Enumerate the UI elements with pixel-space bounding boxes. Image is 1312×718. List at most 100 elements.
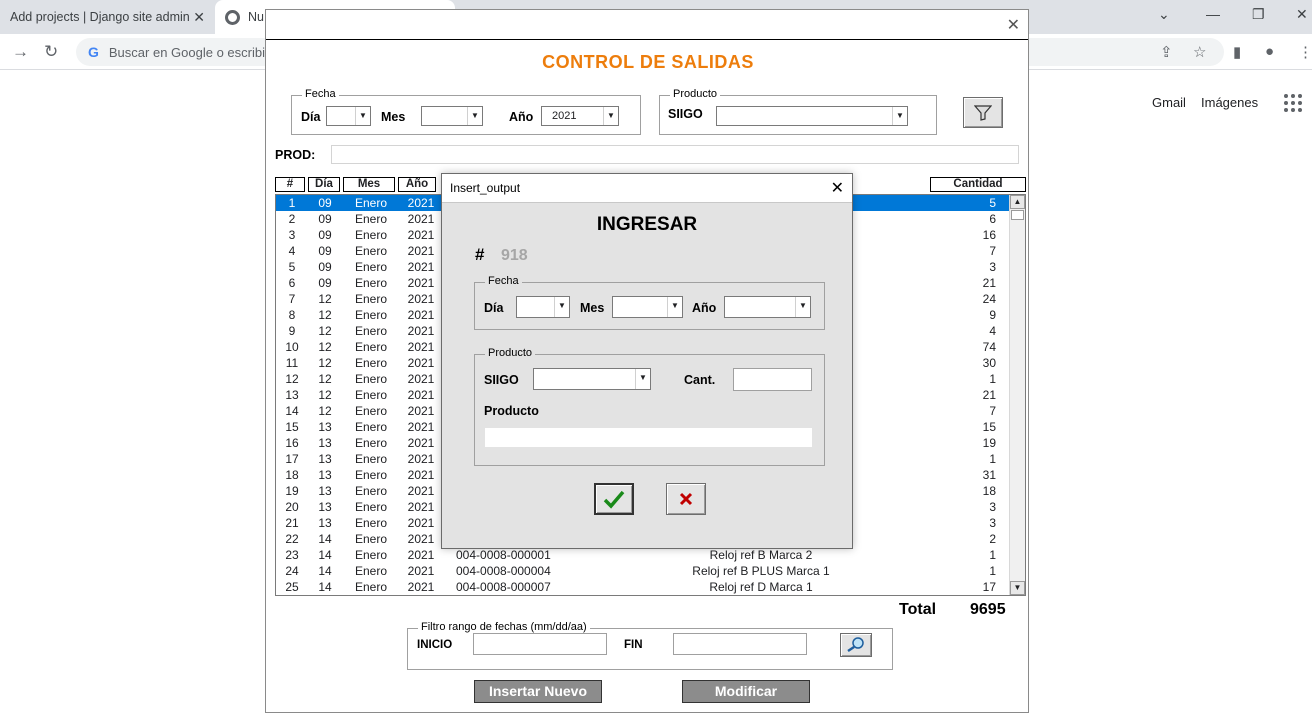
record-id: 918 bbox=[501, 247, 528, 264]
apps-grid-icon[interactable] bbox=[1284, 94, 1302, 112]
siigo-dropdown[interactable]: ▼ bbox=[716, 106, 908, 126]
cell-n: 12 bbox=[285, 372, 299, 386]
cell-y: 2021 bbox=[407, 452, 435, 466]
list-row[interactable]: 23 14 Enero 2021 004-0008-000001 Reloj ref B … bbox=[276, 547, 1009, 563]
dialog-anio-dropdown[interactable]: ▼ bbox=[724, 296, 811, 318]
chrome-icon bbox=[225, 9, 240, 25]
list-row[interactable]: 25 14 Enero 2021 004-0008-000007 Reloj ref D … bbox=[276, 579, 1009, 595]
prod-textbox[interactable] bbox=[331, 145, 1019, 164]
inicio-field[interactable] bbox=[473, 633, 607, 655]
cell-y: 2021 bbox=[407, 292, 435, 306]
cell-m: Enero bbox=[354, 388, 388, 402]
dialog-producto-field[interactable] bbox=[484, 427, 813, 448]
close-dialog-icon[interactable]: ✕ bbox=[831, 174, 844, 203]
menu-icon[interactable]: ⋮ bbox=[1298, 43, 1312, 61]
chevron-down-icon: ▼ bbox=[355, 107, 370, 125]
close-form-icon[interactable]: ✕ bbox=[1007, 15, 1020, 35]
dialog-mes-dropdown[interactable]: ▼ bbox=[612, 296, 683, 318]
cell-code: 004-0008-000004 bbox=[456, 564, 551, 578]
tab-django-admin[interactable]: Add projects | Django site admin ✕ bbox=[0, 0, 215, 34]
dialog-dia-dropdown[interactable]: ▼ bbox=[516, 296, 570, 318]
images-link[interactable]: Imágenes bbox=[1201, 95, 1258, 110]
gmail-link[interactable]: Gmail bbox=[1152, 95, 1186, 110]
profile-icon[interactable]: ● bbox=[1265, 43, 1274, 60]
side-panel-icon[interactable]: ▮ bbox=[1233, 43, 1241, 61]
cell-q: 6 bbox=[989, 212, 996, 226]
cell-y: 2021 bbox=[407, 532, 435, 546]
page-title: CONTROL DE SALIDAS bbox=[542, 52, 754, 72]
cell-m: Enero bbox=[354, 308, 388, 322]
cell-m: Enero bbox=[354, 276, 388, 290]
cell-q: 17 bbox=[982, 580, 996, 594]
cell-m: Enero bbox=[354, 532, 388, 546]
bookmark-star-icon[interactable]: ☆ bbox=[1193, 43, 1206, 61]
cell-n: 19 bbox=[285, 484, 299, 498]
checkmark-icon bbox=[603, 490, 625, 509]
close-tab-icon[interactable]: ✕ bbox=[193, 9, 205, 26]
chevron-down-icon: ▼ bbox=[635, 369, 650, 389]
cell-d: 13 bbox=[318, 468, 332, 482]
minimize-icon[interactable]: — bbox=[1206, 6, 1220, 22]
dia-dropdown[interactable]: ▼ bbox=[326, 106, 371, 126]
cell-q: 21 bbox=[982, 276, 996, 290]
insertar-nuevo-button[interactable]: Insertar Nuevo bbox=[474, 680, 602, 703]
cell-prod: Reloj ref B Marca 2 bbox=[709, 548, 813, 562]
cell-q: 74 bbox=[982, 340, 996, 354]
cell-m: Enero bbox=[354, 484, 388, 498]
hash-label: # bbox=[475, 245, 485, 264]
scroll-down-icon[interactable]: ▼ bbox=[1010, 581, 1025, 595]
cell-q: 1 bbox=[989, 452, 996, 466]
list-row[interactable]: 24 14 Enero 2021 004-0008-000004 Reloj ref B … bbox=[276, 563, 1009, 579]
cell-d: 14 bbox=[318, 532, 332, 546]
cell-d: 09 bbox=[318, 276, 332, 290]
search-range-button[interactable] bbox=[840, 633, 872, 657]
cell-y: 2021 bbox=[407, 324, 435, 338]
cell-d: 12 bbox=[318, 372, 332, 386]
modificar-button[interactable]: Modificar bbox=[682, 680, 810, 703]
cell-n: 3 bbox=[288, 228, 296, 242]
cell-m: Enero bbox=[354, 548, 388, 562]
cell-y: 2021 bbox=[407, 404, 435, 418]
forward-icon[interactable]: → bbox=[12, 42, 29, 62]
mes-dropdown[interactable]: ▼ bbox=[421, 106, 483, 126]
cell-n: 23 bbox=[285, 548, 299, 562]
close-window-icon[interactable]: ✕ bbox=[1296, 6, 1308, 23]
reload-icon[interactable]: ↻ bbox=[44, 42, 58, 62]
filter-button[interactable] bbox=[963, 97, 1003, 128]
cell-n: 21 bbox=[285, 516, 299, 530]
cell-q: 9 bbox=[989, 308, 996, 322]
inicio-label: INICIO bbox=[417, 639, 453, 651]
share-icon[interactable]: ⇪ bbox=[1160, 43, 1173, 61]
cell-m: Enero bbox=[354, 212, 388, 226]
restore-icon[interactable]: ❐ bbox=[1252, 6, 1265, 23]
cell-y: 2021 bbox=[407, 468, 435, 482]
fin-field[interactable] bbox=[673, 633, 807, 655]
confirm-button[interactable] bbox=[594, 483, 634, 515]
cell-y: 2021 bbox=[407, 436, 435, 450]
scroll-thumb[interactable] bbox=[1011, 210, 1024, 220]
cell-m: Enero bbox=[354, 436, 388, 450]
cancel-button[interactable] bbox=[666, 483, 706, 515]
anio-dropdown[interactable]: 2021 ▼ bbox=[541, 106, 619, 126]
cell-m: Enero bbox=[354, 580, 388, 594]
cell-q: 21 bbox=[982, 388, 996, 402]
cantidad-field[interactable] bbox=[733, 368, 812, 391]
cell-n: 9 bbox=[288, 324, 296, 338]
dialog-siigo-dropdown[interactable]: ▼ bbox=[533, 368, 651, 390]
cell-q: 3 bbox=[989, 260, 996, 274]
mes-label: Mes bbox=[381, 110, 406, 124]
filter-icon bbox=[974, 104, 992, 121]
cell-d: 09 bbox=[318, 260, 332, 274]
cell-q: 4 bbox=[989, 324, 996, 338]
cell-m: Enero bbox=[354, 564, 388, 578]
chevron-down-icon: ▼ bbox=[795, 297, 810, 317]
scroll-up-icon[interactable]: ▲ bbox=[1010, 195, 1025, 209]
tab-search-icon[interactable]: ⌄ bbox=[1158, 6, 1170, 23]
listbox-scrollbar[interactable]: ▲ ▼ bbox=[1009, 195, 1025, 595]
cell-q: 24 bbox=[982, 292, 996, 306]
cell-d: 12 bbox=[318, 292, 332, 306]
cell-q: 19 bbox=[982, 436, 996, 450]
tab-title: Add projects | Django site admin bbox=[10, 10, 190, 24]
cant-label: Cant. bbox=[684, 373, 716, 387]
cell-y: 2021 bbox=[407, 580, 435, 594]
